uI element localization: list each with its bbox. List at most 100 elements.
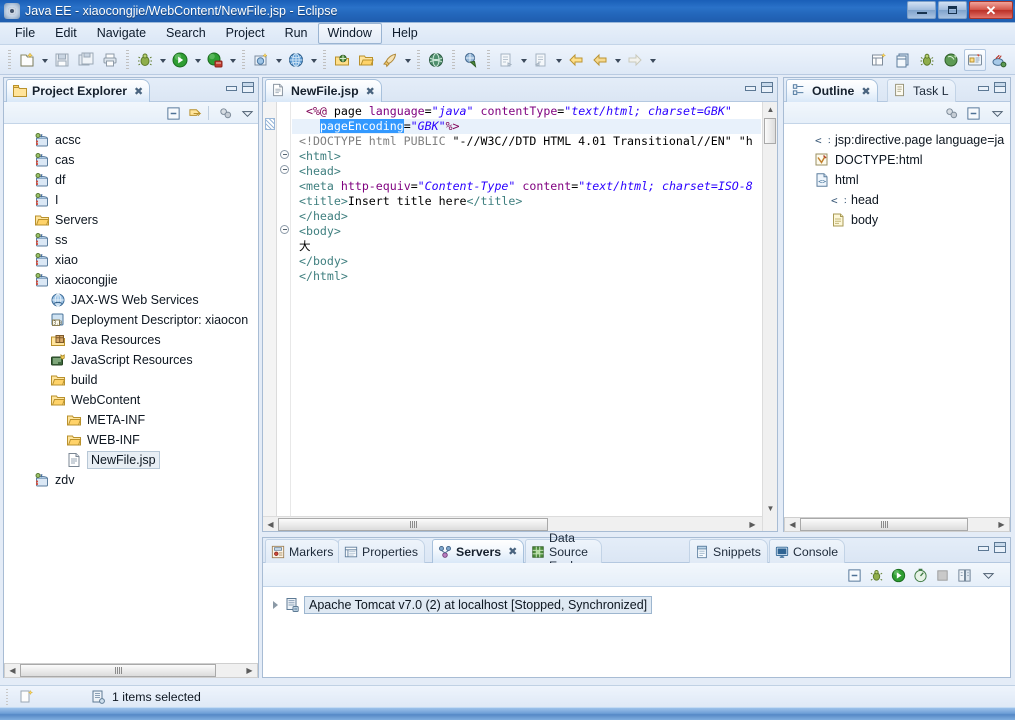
minimize-icon[interactable]: [977, 542, 989, 553]
tree-item-ss[interactable]: ss: [4, 230, 258, 250]
code-line[interactable]: <head>: [292, 164, 761, 179]
vscroll-thumb[interactable]: [764, 118, 776, 144]
menu-search[interactable]: Search: [156, 23, 216, 44]
next-annotation-icon[interactable]: [495, 49, 517, 71]
collapse-all-icon[interactable]: [845, 566, 863, 584]
new-java-ee-dropdown-icon[interactable]: [273, 49, 284, 71]
hscroll-thumb[interactable]: [20, 664, 216, 677]
tree-item-zdv[interactable]: zdv: [4, 470, 258, 490]
servers-list[interactable]: Apache Tomcat v7.0 (2) at localhost [Sto…: [263, 595, 1010, 615]
tree-item-servers[interactable]: Servers: [4, 210, 258, 230]
tab-task-list[interactable]: Task L: [887, 79, 956, 102]
tab-snippets[interactable]: Snippets: [689, 539, 768, 563]
tree-item-webcontent[interactable]: WebContent: [4, 390, 258, 410]
fold-body-icon[interactable]: [280, 225, 289, 234]
outline-tree[interactable]: < > jsp:directive.page language=ja DOCTYPE…: [784, 124, 1010, 230]
editor-vscrollbar[interactable]: ▲ ▼: [762, 102, 777, 531]
toolbar-grip-7[interactable]: [487, 49, 490, 70]
tab-outline[interactable]: Outline ✖: [786, 79, 878, 102]
close-button[interactable]: ✕: [969, 1, 1013, 19]
close-icon[interactable]: ✖: [508, 545, 517, 558]
tree-item-web-inf[interactable]: WEB-INF: [4, 430, 258, 450]
scroll-up-arrow-icon[interactable]: ▲: [763, 102, 777, 117]
code-editor[interactable]: <%@ page language="java" contentType="te…: [263, 102, 777, 531]
editor-marker-ruler[interactable]: [263, 102, 277, 531]
bottom-body[interactable]: Apache Tomcat v7.0 (2) at localhost [Sto…: [263, 587, 1010, 677]
code-line[interactable]: <body>: [292, 224, 761, 239]
collapse-all-icon[interactable]: [164, 104, 182, 122]
save-icon[interactable]: [51, 49, 73, 71]
java-ee-perspective-icon[interactable]: [964, 48, 986, 71]
code-line[interactable]: pageEncoding="GBK"%>: [292, 119, 761, 134]
forward-arrow-dropdown-icon[interactable]: [612, 49, 623, 71]
run-icon[interactable]: [169, 49, 191, 71]
tree-item-java-resources[interactable]: Java Resources: [4, 330, 258, 350]
editor-body[interactable]: <%@ page language="java" contentType="te…: [263, 102, 777, 531]
tab-properties[interactable]: Properties: [338, 539, 426, 563]
fold-head-icon[interactable]: [280, 165, 289, 174]
code-line[interactable]: 大: [292, 239, 761, 254]
menu-navigate[interactable]: Navigate: [87, 23, 156, 44]
toolbar-grip-5[interactable]: [417, 49, 420, 70]
hscroll-thumb[interactable]: [278, 517, 548, 531]
outline-item-head[interactable]: < > head: [784, 190, 1010, 210]
new-java-ee-icon[interactable]: [250, 49, 272, 71]
tab-newfile-jsp[interactable]: NewFile.jsp ✖: [265, 79, 382, 102]
new-wizard-dropdown-icon[interactable]: [39, 49, 50, 71]
java-perspective-icon[interactable]: [988, 49, 1010, 71]
toolbar-grip-3[interactable]: [242, 49, 245, 70]
maximize-button[interactable]: [938, 1, 967, 19]
link-with-editor-icon[interactable]: [186, 104, 204, 122]
view-menu-icon[interactable]: [238, 104, 256, 122]
debug-dropdown-icon[interactable]: [157, 49, 168, 71]
editor-folding-ruler[interactable]: [277, 102, 291, 531]
toolbar-grip-2[interactable]: [126, 49, 129, 70]
outline-body[interactable]: < > jsp:directive.page language=ja DOCTYPE…: [784, 124, 1010, 531]
view-menu-icon[interactable]: [979, 566, 997, 584]
scroll-left-arrow-icon[interactable]: ◀: [785, 517, 800, 532]
tab-markers[interactable]: Markers: [265, 539, 341, 563]
new-item-icon[interactable]: [18, 689, 34, 705]
open-folder-icon[interactable]: [355, 49, 377, 71]
debug-server-icon[interactable]: [867, 566, 885, 584]
new-wizard-icon[interactable]: [16, 49, 38, 71]
scroll-right-arrow-icon[interactable]: ▶: [994, 517, 1009, 532]
toolbar-grip[interactable]: [8, 49, 11, 70]
tab-data-source-explorer[interactable]: Data Source Explorer: [525, 531, 602, 573]
globe-icon[interactable]: [425, 49, 447, 71]
prev-annotation-icon[interactable]: [530, 49, 552, 71]
menu-window[interactable]: Window: [317, 23, 382, 44]
minimize-icon[interactable]: [977, 82, 989, 93]
minimize-button[interactable]: [907, 1, 936, 19]
tree-item-javascript-resources[interactable]: JavaScript Resources: [4, 350, 258, 370]
tree-item-df[interactable]: df: [4, 170, 258, 190]
tree-item-acsc[interactable]: acsc: [4, 130, 258, 150]
forward-grey-dropdown-icon[interactable]: [647, 49, 658, 71]
maximize-icon[interactable]: [761, 82, 773, 93]
tree-item-build[interactable]: build: [4, 370, 258, 390]
close-icon[interactable]: ✖: [134, 85, 143, 98]
view-menu-icon[interactable]: [988, 104, 1006, 122]
code-line[interactable]: </head>: [292, 209, 761, 224]
server-row[interactable]: Apache Tomcat v7.0 (2) at localhost [Sto…: [263, 595, 1010, 615]
maximize-icon[interactable]: [994, 542, 1006, 553]
tree-item-jax-ws-web-services[interactable]: JAX-WS Web Services: [4, 290, 258, 310]
quick-access-dropdown-icon[interactable]: [402, 49, 413, 71]
expand-twisty-icon[interactable]: [273, 601, 278, 609]
new-perspective-icon[interactable]: [868, 49, 890, 71]
debug-perspective-icon[interactable]: [916, 49, 938, 71]
code-line[interactable]: <meta http-equiv="Content-Type" content=…: [292, 179, 761, 194]
quick-access-icon[interactable]: [379, 49, 401, 71]
toolbar-grip-4[interactable]: [323, 49, 326, 70]
code-line[interactable]: <%@ page language="java" contentType="te…: [292, 104, 761, 119]
minimize-icon[interactable]: [744, 82, 756, 93]
profile-server-icon[interactable]: [911, 566, 929, 584]
scroll-left-arrow-icon[interactable]: ◀: [5, 663, 20, 678]
close-icon[interactable]: ✖: [366, 85, 375, 98]
scroll-right-arrow-icon[interactable]: ▶: [242, 663, 257, 678]
start-server-icon[interactable]: [889, 566, 907, 584]
tree-item-newfile-jsp[interactable]: NewFile.jsp: [4, 450, 258, 470]
forward-arrow-icon[interactable]: [589, 49, 611, 71]
code-line[interactable]: </html>: [292, 269, 761, 284]
tab-console[interactable]: Console: [769, 539, 846, 563]
